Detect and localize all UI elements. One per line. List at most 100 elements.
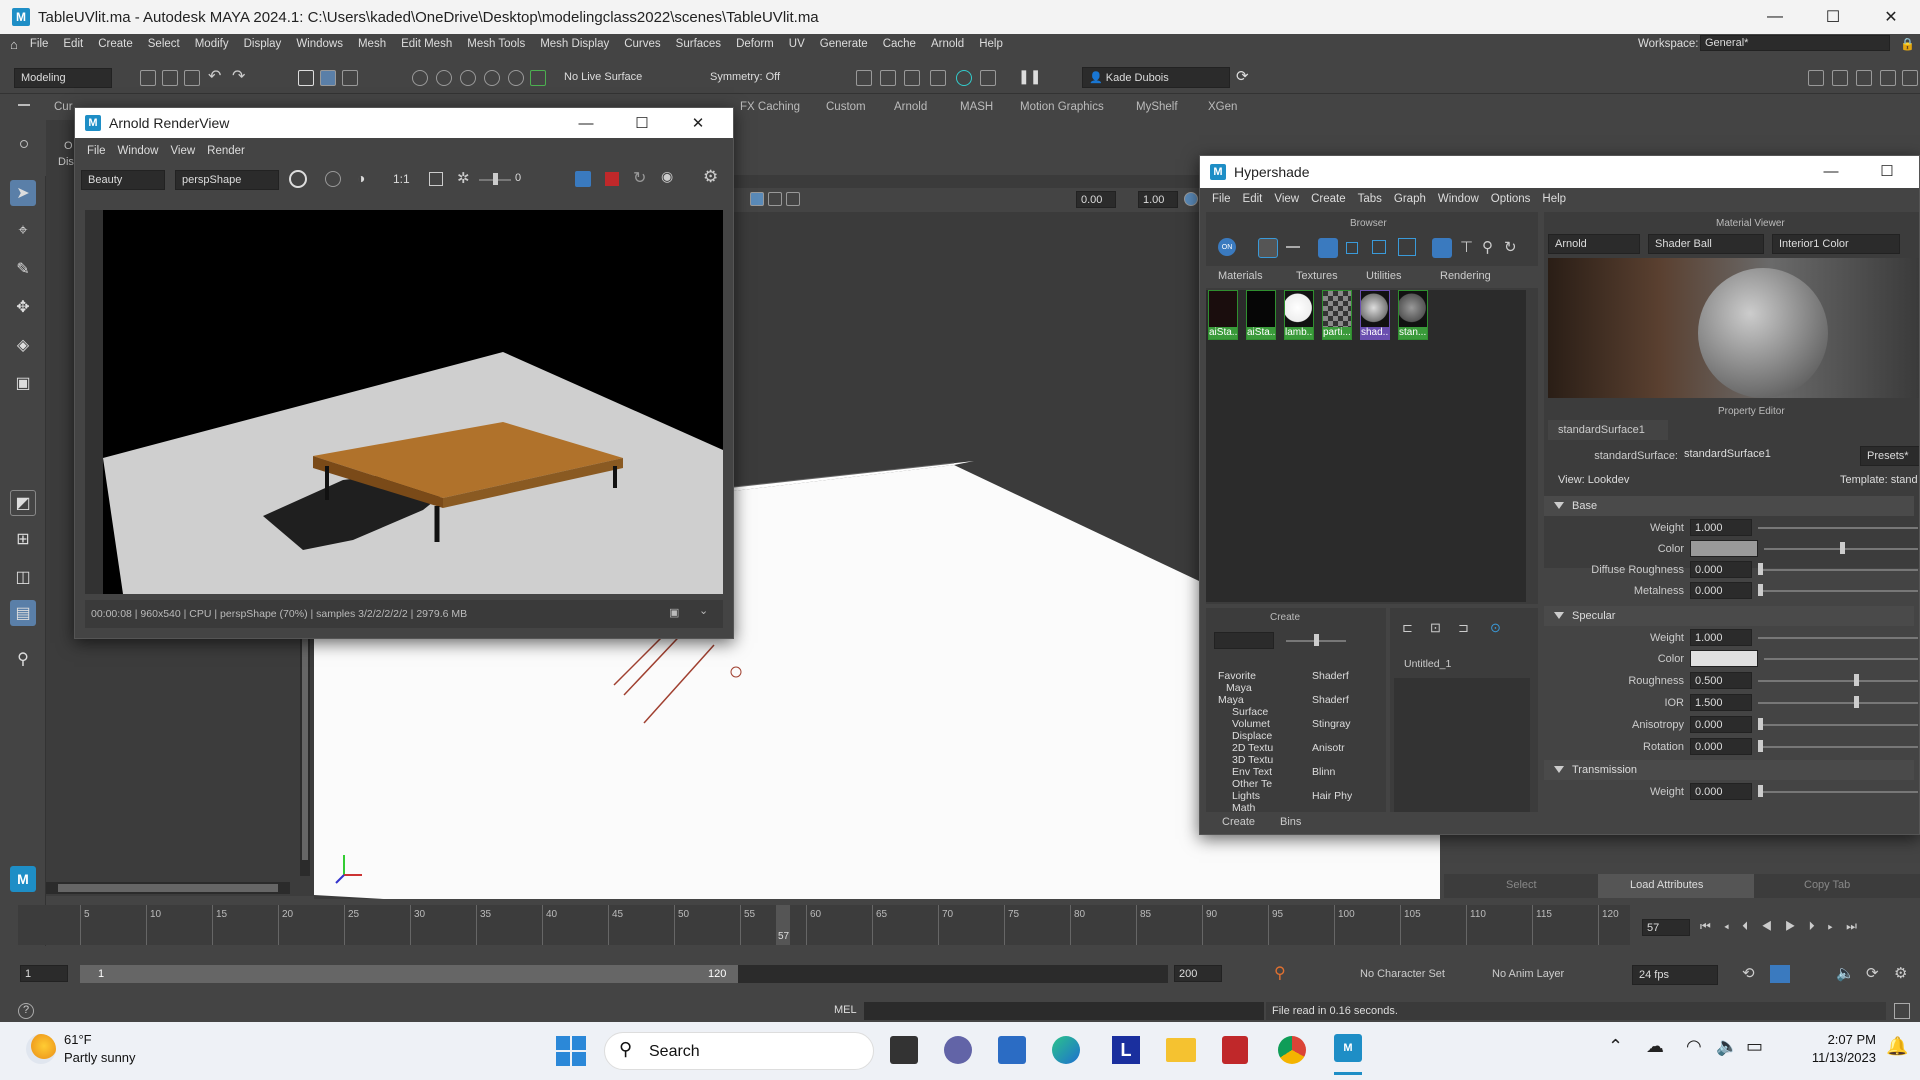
select-tool-icon[interactable]: ➤ (10, 180, 36, 206)
tab-rendering[interactable]: Rendering (1440, 270, 1491, 282)
node-item[interactable]: Blinn (1312, 766, 1335, 778)
status-expand-icon[interactable]: ⌄ (699, 604, 708, 617)
fps-dropdown[interactable]: 24 fps (1632, 965, 1718, 985)
debug-shading-icon[interactable] (575, 171, 591, 187)
camera-dropdown[interactable]: perspShape (175, 170, 279, 190)
shelf-settings-icon[interactable] (20, 140, 28, 148)
hypershade-maximize-button[interactable]: ☐ (1864, 156, 1910, 186)
tab-utilities[interactable]: Utilities (1366, 270, 1401, 282)
mode-dropdown[interactable]: Modeling (14, 68, 112, 88)
select-by-hierarchy-icon[interactable] (298, 70, 314, 86)
rotation-knob[interactable] (1758, 740, 1763, 752)
range-bar-remaining[interactable] (738, 965, 1168, 983)
menu-cache[interactable]: Cache (883, 38, 916, 50)
menu-help[interactable]: Help (979, 38, 1003, 50)
playback-controls[interactable]: ⏮◂⏴◀▶⏵▸⏭ (1700, 919, 1870, 934)
menu-mesh-tools[interactable]: Mesh Tools (467, 38, 525, 50)
tree-item[interactable]: Volumet (1232, 718, 1270, 730)
channel-box-icon[interactable] (1880, 70, 1896, 86)
specular-weight-field[interactable]: 1.000 (1690, 629, 1752, 646)
browser-small-swatch-icon[interactable] (1318, 238, 1338, 258)
shelf-tab-fx-caching[interactable]: FX Caching (740, 101, 800, 113)
cache-icon[interactable] (1770, 965, 1790, 983)
menu-edit[interactable]: Edit (63, 38, 83, 50)
scale-tool-icon[interactable]: ▣ (10, 370, 36, 396)
lasso-tool-icon[interactable]: ⌖ (10, 218, 36, 244)
volume-icon[interactable]: 🔈 (1716, 1036, 1738, 1057)
tree-item[interactable]: 2D Textu (1232, 742, 1273, 754)
graph-canvas[interactable] (1394, 678, 1530, 828)
diffuse-roughness-field[interactable]: 0.000 (1690, 561, 1752, 578)
hs-menu-file[interactable]: File (1212, 193, 1231, 205)
diffuse-roughness-knob[interactable] (1758, 563, 1763, 575)
anisotropy-slider[interactable] (1758, 724, 1918, 726)
viewport-lighting-icon[interactable] (786, 192, 800, 206)
lock-icon[interactable]: 🔒 (1900, 37, 1915, 51)
tab-materials[interactable]: Materials (1218, 270, 1263, 282)
node-tab[interactable]: standardSurface1 (1548, 420, 1668, 440)
hs-menu-tabs[interactable]: Tabs (1358, 193, 1382, 205)
open-scene-icon[interactable] (162, 70, 178, 86)
select-by-component-icon[interactable] (342, 70, 358, 86)
exposure-value[interactable]: 0 (515, 172, 521, 184)
renderview-maximize-button[interactable]: ☐ (619, 108, 665, 138)
menu-create[interactable]: Create (98, 38, 133, 50)
base-color-knob[interactable] (1840, 542, 1845, 554)
node-item[interactable]: Shaderf (1312, 670, 1349, 682)
material-swatch[interactable]: aiSta... (1246, 290, 1276, 340)
paint-select-icon[interactable]: ✎ (10, 256, 36, 282)
presets-button[interactable]: Presets* (1860, 446, 1919, 466)
maya-taskbar-icon[interactable]: M (1334, 1034, 1362, 1062)
minimize-button[interactable]: — (1746, 0, 1804, 34)
settings-gear-icon[interactable]: ⚙ (703, 167, 718, 187)
tree-item[interactable]: Other Te (1232, 778, 1272, 790)
clock-time[interactable]: 2:07 PM (1796, 1032, 1876, 1047)
four-view-icon[interactable]: ⊞ (10, 526, 36, 552)
shelf-tab-arnold[interactable]: Arnold (894, 101, 927, 113)
teams-icon[interactable] (944, 1036, 972, 1064)
menu-uv[interactable]: UV (789, 38, 805, 50)
single-view-icon[interactable]: ◩ (10, 490, 36, 516)
auto-key-icon[interactable]: ⚲ (1274, 963, 1286, 983)
ior-field[interactable]: 1.500 (1690, 694, 1752, 711)
browser-icon-view-icon[interactable] (1258, 238, 1278, 258)
tab-bins[interactable]: Bins (1280, 816, 1301, 828)
status-camera-icon[interactable]: ▣ (669, 606, 679, 619)
menu-modify[interactable]: Modify (195, 38, 229, 50)
hypershade-minimize-button[interactable]: — (1808, 156, 1854, 186)
l-app-icon[interactable]: L (1112, 1036, 1140, 1064)
browser-on-icon[interactable]: ON (1218, 238, 1236, 256)
renderview-minimize-button[interactable]: — (563, 108, 609, 138)
load-attributes-button[interactable]: Load Attributes (1598, 874, 1754, 898)
script-editor-icon[interactable] (1894, 1003, 1910, 1019)
current-frame-field[interactable]: 57 (1642, 919, 1690, 936)
viewport-tool-icon[interactable] (750, 192, 764, 206)
section-base[interactable]: Base (1544, 496, 1914, 516)
snap-grid-icon[interactable] (412, 70, 428, 86)
tree-item[interactable]: Env Text (1232, 766, 1272, 778)
diffuse-roughness-slider[interactable] (1758, 569, 1918, 571)
maximize-button[interactable]: ☐ (1804, 0, 1862, 34)
base-weight-slider[interactable] (1758, 527, 1918, 529)
stop-render-icon[interactable] (605, 172, 619, 186)
edge-icon[interactable] (1052, 1036, 1080, 1064)
browser-large-swatch-icon[interactable] (1372, 240, 1386, 254)
graph-tab[interactable]: Untitled_1 (1404, 658, 1451, 670)
outliner-view-icon[interactable]: ▤ (10, 600, 36, 626)
search-icon[interactable]: ⚲ (10, 646, 36, 672)
loop-icon[interactable]: ⟲ (1742, 964, 1755, 982)
ipr-icon[interactable]: ◉ (661, 168, 673, 185)
mv-shape-dropdown[interactable]: Shader Ball (1648, 234, 1764, 254)
wifi-icon[interactable]: ◠ (1686, 1036, 1702, 1057)
graph-output-icon[interactable]: ⊐ (1458, 620, 1469, 636)
sync-icon[interactable]: ⟳ (1236, 67, 1249, 85)
taskbar-search-box[interactable]: ⚲ Search (604, 1032, 874, 1070)
exposure-icon[interactable]: ◑ (357, 170, 365, 186)
material-preview[interactable] (1548, 258, 1919, 398)
hs-menu-options[interactable]: Options (1491, 193, 1531, 205)
transmission-weight-slider[interactable] (1758, 791, 1918, 793)
menu-deform[interactable]: Deform (736, 38, 774, 50)
node-item[interactable]: Stingray (1312, 718, 1351, 730)
browser-xlarge-swatch-icon[interactable] (1398, 238, 1416, 256)
shelf-tab-myshelf[interactable]: MyShelf (1136, 101, 1178, 113)
